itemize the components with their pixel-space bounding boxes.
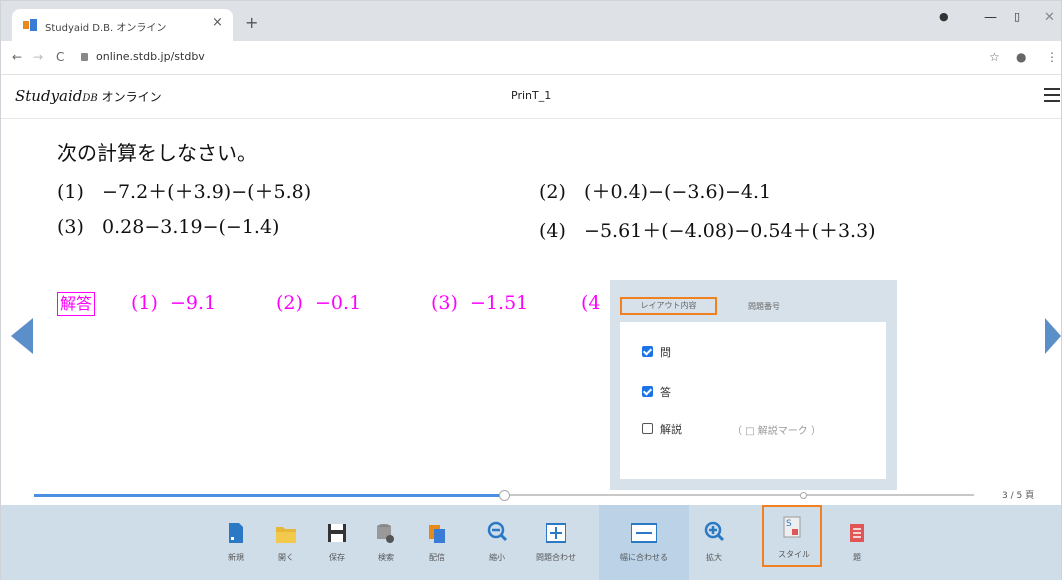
search-db-icon bbox=[377, 524, 394, 543]
zoom-in-label: 拡大 bbox=[706, 553, 722, 562]
zoom-in-icon bbox=[704, 521, 724, 542]
explanation-option-label: 解説 bbox=[660, 423, 682, 436]
studyaid-favicon-icon bbox=[23, 19, 37, 31]
logo-sup: DB bbox=[82, 93, 98, 104]
new-doc-icon bbox=[229, 523, 243, 543]
answer-3: (3) −1.51 bbox=[431, 292, 528, 314]
tab-layout-content[interactable]: レイアウト内容 bbox=[620, 297, 717, 315]
answer-number: (4 bbox=[581, 292, 601, 314]
answer-2: (2) −0.1 bbox=[276, 292, 361, 314]
page-indicator: 3 / 5 頁 bbox=[1002, 491, 1035, 501]
fit-problem-label: 問題合わせ bbox=[536, 553, 576, 562]
problem-number: (4) bbox=[539, 220, 566, 242]
problem-number: (3) bbox=[57, 216, 84, 238]
explanation-mark-option[interactable]: （ □ 解説マーク ） bbox=[732, 422, 821, 437]
explanation-checkbox[interactable] bbox=[642, 423, 653, 434]
problem-2: (2) (＋0.4)−(−3.6)−4.1 bbox=[539, 177, 771, 204]
logo-suffix: オンライン bbox=[97, 90, 162, 104]
page-slider-fill bbox=[34, 493, 504, 497]
studyaid-logo: StudyaidDB オンライン bbox=[15, 87, 162, 105]
browser-tab[interactable]: Studyaid D.B. オンライン × bbox=[12, 9, 233, 41]
forward-icon[interactable]: → bbox=[33, 50, 43, 64]
zoom-out-icon bbox=[487, 521, 507, 542]
distribute-label: 配信 bbox=[429, 553, 445, 562]
answer-number: (3) bbox=[431, 292, 458, 314]
problem-expression: (＋0.4)−(−3.6)−4.1 bbox=[584, 181, 772, 203]
new-tab-button[interactable]: + bbox=[245, 13, 258, 32]
hamburger-menu-icon[interactable] bbox=[1044, 88, 1060, 106]
distribute-icon bbox=[429, 525, 445, 543]
maximize-button[interactable]: ▯ bbox=[1014, 10, 1020, 23]
problem-expression: −7.2＋(＋3.9)−(＋5.8) bbox=[102, 181, 312, 203]
answer-value: −0.1 bbox=[315, 292, 362, 314]
tab-close-icon[interactable]: × bbox=[212, 15, 223, 30]
document-page: 次の計算をしなさい。 (1) −7.2＋(＋3.9)−(＋5.8) (2) (＋… bbox=[1, 119, 1061, 504]
layout-settings-popup: レイアウト内容 問題番号 問 答 解説 （ □ 解説マーク ） bbox=[610, 280, 897, 490]
next-page-arrow-icon[interactable] bbox=[1045, 318, 1061, 354]
fit-width-label: 幅に合わせる bbox=[620, 553, 668, 562]
question-checkbox[interactable] bbox=[642, 346, 653, 357]
record-icon[interactable]: ● bbox=[939, 10, 949, 23]
answer-number: (2) bbox=[276, 292, 303, 314]
folder-icon bbox=[276, 527, 296, 543]
question-option-label: 問 bbox=[660, 346, 671, 359]
zoom-out-button[interactable]: 縮小 bbox=[467, 505, 527, 580]
problem-1: (1) −7.2＋(＋3.9)−(＋5.8) bbox=[57, 177, 311, 204]
problem-3: (3) 0.28−3.19−(−1.4) bbox=[57, 216, 279, 238]
app-header: StudyaidDB オンライン PrinT_1 bbox=[1, 75, 1061, 119]
problem-expression: 0.28−3.19−(−1.4) bbox=[102, 216, 280, 238]
problem-expression: −5.61＋(−4.08)−0.54＋(＋3.3) bbox=[584, 220, 876, 242]
list-label: 題 bbox=[853, 553, 861, 562]
answer-label: 解答 bbox=[57, 292, 96, 316]
answer-option-label: 答 bbox=[660, 386, 671, 399]
list-button[interactable]: 題 bbox=[827, 505, 887, 580]
logo-main: Studyaid bbox=[15, 87, 83, 105]
back-icon[interactable]: ← bbox=[12, 50, 22, 64]
popup-options-panel: 問 答 解説 （ □ 解説マーク ） bbox=[620, 322, 886, 479]
save-icon bbox=[328, 524, 346, 542]
list-icon bbox=[850, 524, 864, 542]
zoom-in-button[interactable]: 拡大 bbox=[684, 505, 744, 580]
distribute-button[interactable]: 配信 bbox=[407, 505, 467, 580]
problem-number: (1) bbox=[57, 181, 84, 203]
zoom-out-label: 縮小 bbox=[489, 553, 505, 562]
answer-value: −1.51 bbox=[470, 292, 529, 314]
problem-4: (4) −5.61＋(−4.08)−0.54＋(＋3.3) bbox=[539, 216, 876, 243]
answer-1: (1) −9.1 bbox=[131, 292, 216, 314]
minimize-button[interactable]: — bbox=[984, 10, 997, 25]
question-title: 次の計算をしなさい。 bbox=[57, 141, 257, 165]
bottom-toolbar: 新規 開く 保存 検索 配信 縮小 問題合わせ 幅に合わせる 拡大 S スタイル… bbox=[1, 505, 1061, 580]
answer-number: (1) bbox=[131, 292, 158, 314]
svg-text:S: S bbox=[786, 519, 792, 529]
fit-problem-button[interactable]: 問題合わせ bbox=[526, 505, 586, 580]
answer-value: −9.1 bbox=[170, 292, 217, 314]
url-field[interactable]: online.stdb.jp/stdbv bbox=[96, 50, 205, 63]
tab-problem-number[interactable]: 問題番号 bbox=[748, 301, 780, 312]
style-icon: S bbox=[783, 516, 801, 538]
bookmark-star-icon[interactable]: ☆ bbox=[989, 50, 1000, 64]
style-button[interactable]: S スタイル bbox=[762, 505, 822, 567]
account-icon[interactable]: ● bbox=[1016, 50, 1026, 64]
tab-bar: Studyaid D.B. オンライン × + ● — ▯ ✕ bbox=[1, 1, 1061, 41]
address-bar: ← → C online.stdb.jp/stdbv ☆ ● ⋮ bbox=[1, 41, 1061, 75]
answer-4: (4 bbox=[581, 292, 601, 314]
browser-menu-icon[interactable]: ⋮ bbox=[1046, 50, 1058, 64]
fit-width-icon bbox=[631, 523, 657, 543]
document-title: PrinT_1 bbox=[511, 89, 552, 102]
prev-page-arrow-icon[interactable] bbox=[11, 318, 33, 354]
close-window-button[interactable]: ✕ bbox=[1044, 10, 1055, 25]
page-slider-mark bbox=[800, 492, 807, 499]
style-label: スタイル bbox=[778, 550, 810, 559]
tab-title: Studyaid D.B. オンライン bbox=[45, 23, 167, 34]
page-slider-knob[interactable] bbox=[499, 490, 510, 501]
lock-icon bbox=[81, 53, 88, 61]
reload-icon[interactable]: C bbox=[56, 50, 64, 64]
answer-checkbox[interactable] bbox=[642, 386, 653, 397]
problem-number: (2) bbox=[539, 181, 566, 203]
fit-width-button[interactable]: 幅に合わせる bbox=[599, 505, 689, 580]
fit-problem-icon bbox=[546, 523, 566, 543]
